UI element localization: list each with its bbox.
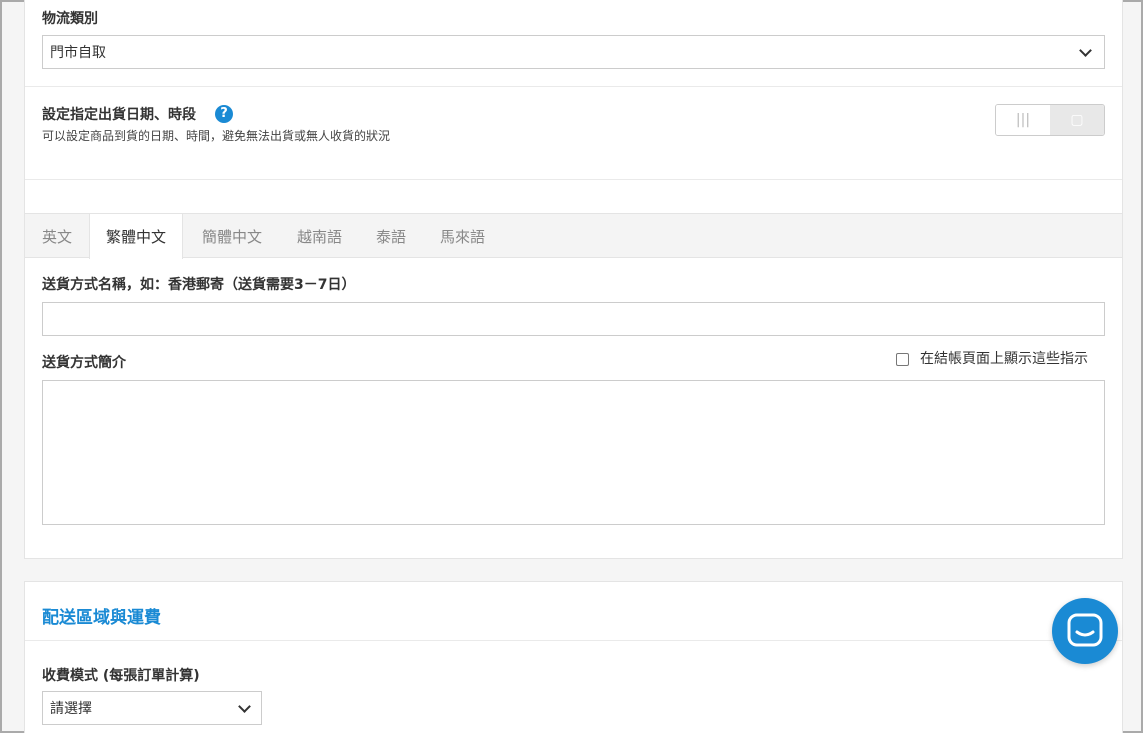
tab-malay[interactable]: 馬來語	[440, 214, 485, 258]
logistics-type-label: 物流類別	[42, 11, 98, 27]
fee-mode-value: 請選擇	[50, 701, 92, 717]
chat-launcher-button[interactable]	[1052, 598, 1118, 664]
tab-thai[interactable]: 泰語	[376, 214, 406, 258]
fee-mode-label: 收費模式 (每張訂單計算)	[42, 668, 200, 684]
tab-english[interactable]: 英文	[42, 214, 72, 258]
schedule-description: 可以設定商品到貨的日期、時間，避免無法出貨或無人收貨的狀況	[42, 129, 391, 143]
divider	[25, 640, 1122, 641]
shipping-zones-card: 配送區域與運費 收費模式 (每張訂單計算) 請選擇	[24, 581, 1123, 733]
shipping-desc-textarea[interactable]	[42, 380, 1105, 525]
divider	[25, 86, 1122, 87]
chat-icon	[1067, 613, 1103, 647]
schedule-title: 設定指定出貨日期、時段	[42, 107, 196, 123]
zones-title: 配送區域與運費	[42, 608, 161, 628]
show-at-checkout-checkbox[interactable]	[896, 353, 909, 366]
logistics-type-value: 門市自取	[50, 45, 106, 61]
show-at-checkout-label[interactable]: 在結帳頁面上顯示這些指示	[920, 348, 1088, 368]
tab-traditional-chinese[interactable]: 繁體中文	[89, 214, 184, 259]
shipping-name-label: 送貨方式名稱，如：香港郵寄（送貨需要3－7日）	[42, 277, 356, 293]
fee-mode-select[interactable]: 請選擇	[42, 691, 262, 725]
schedule-toggle[interactable]: ||| ▢	[995, 104, 1105, 136]
logistics-type-select[interactable]: 門市自取	[42, 35, 1105, 69]
toggle-on-side[interactable]: ▢	[1050, 105, 1104, 135]
shipping-desc-label: 送貨方式簡介	[42, 355, 126, 371]
toggle-off-side[interactable]: |||	[996, 105, 1050, 135]
chevron-down-icon	[1079, 44, 1092, 57]
divider	[25, 179, 1122, 180]
toggle-off-icon: |||	[1015, 112, 1031, 128]
shipping-settings-card: 物流類別 門市自取 設定指定出貨日期、時段 ? 可以設定商品到貨的日期、時間，避…	[24, 0, 1123, 559]
tab-simplified-chinese[interactable]: 簡體中文	[202, 214, 262, 258]
help-icon[interactable]: ?	[215, 105, 233, 123]
tab-vietnamese[interactable]: 越南語	[297, 214, 342, 258]
toggle-on-icon: ▢	[1070, 112, 1084, 128]
chevron-down-icon	[238, 700, 251, 713]
language-tabs: 英文 繁體中文 簡體中文 越南語 泰語 馬來語	[25, 213, 1122, 259]
shipping-name-input[interactable]	[42, 302, 1105, 336]
